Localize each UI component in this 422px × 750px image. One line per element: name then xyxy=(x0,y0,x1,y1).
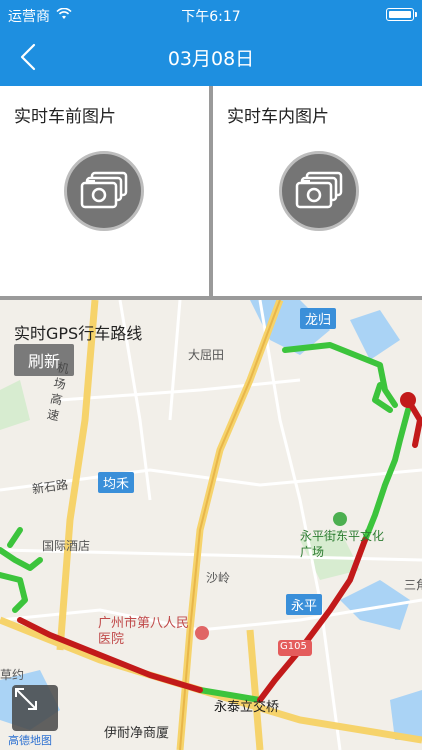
map-label-daqutian: 大屈田 xyxy=(188,348,225,362)
road-outlines xyxy=(179,300,281,750)
park-marker xyxy=(333,512,347,526)
inside-camera-button[interactable] xyxy=(279,151,359,231)
map-label-yongping-culture: 永平街东平文化广场 xyxy=(300,529,385,559)
card-divider-vertical xyxy=(209,86,213,298)
park-area xyxy=(0,380,30,430)
map-label-sanjiao: 三角 xyxy=(404,578,422,592)
front-camera-button[interactable] xyxy=(64,151,144,231)
map-label-caoyue: 草约 xyxy=(0,668,25,682)
hospital-marker xyxy=(195,626,209,640)
front-photo-label: 实时车前图片 xyxy=(14,107,116,127)
map-logo: 高德地图 xyxy=(8,734,52,747)
track-marker xyxy=(400,392,416,408)
map-label-g105: G105 xyxy=(280,641,307,652)
map-label-junhe: 均禾 xyxy=(98,472,135,493)
camera-icon xyxy=(80,171,128,209)
status-bar: 运营商 下午6:17 xyxy=(0,0,422,30)
map-label-yongtai: 永泰立交桥 xyxy=(214,700,280,715)
inside-photo-card: 实时车内图片 xyxy=(213,86,422,296)
camera-icon xyxy=(295,171,343,209)
map-label-shaling: 沙岭 xyxy=(206,571,231,585)
front-photo-card: 实时车前图片 xyxy=(0,86,209,296)
expand-icon xyxy=(15,688,37,710)
battery-icon xyxy=(386,8,417,21)
nav-bar: 03月08日 xyxy=(0,30,422,86)
page-title: 03月08日 xyxy=(167,48,255,70)
map-label-longgui: 龙归 xyxy=(300,308,337,329)
status-time: 下午6:17 xyxy=(181,9,241,25)
inside-photo-label: 实时车内图片 xyxy=(227,107,329,127)
map-label-yongping: 永平 xyxy=(286,594,323,615)
map-label-hotel: 国际酒店 xyxy=(42,539,91,553)
fullscreen-button[interactable] xyxy=(12,685,58,731)
map-label-yinai: 伊耐净商厦 xyxy=(104,726,170,741)
water-area xyxy=(350,310,400,360)
header: 运营商 下午6:17 03月08日 xyxy=(0,0,422,86)
gps-map[interactable]: 实时GPS行车路线 刷新 龙归 大屈田 机场高速 新石路 均禾 国际酒店 沙岭 … xyxy=(0,300,422,750)
map-title: 实时GPS行车路线 xyxy=(14,324,143,343)
map-label-hospital: 广州市第八人民医院 xyxy=(98,616,190,647)
